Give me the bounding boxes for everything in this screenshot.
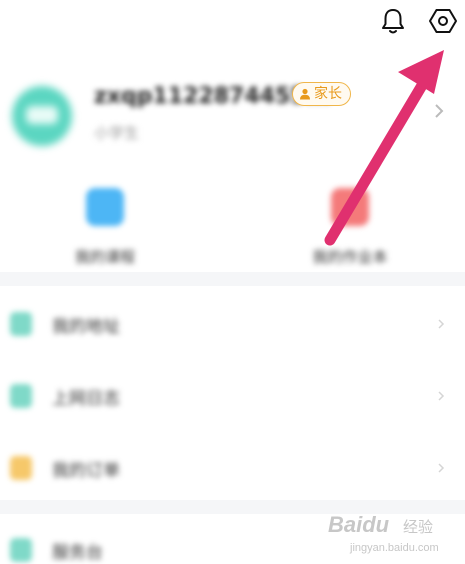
menu-item-orders[interactable]: 我的订单 (0, 434, 465, 504)
role-badge-label: 家长 (314, 85, 342, 102)
service-icon (10, 538, 32, 562)
profile-card[interactable]: zxqp1122874455... 小学生 家长 (0, 70, 465, 165)
order-icon (10, 456, 32, 480)
menu-item-label: 上网日志 (52, 389, 120, 409)
person-icon (300, 88, 310, 100)
chevron-right-icon (438, 463, 445, 473)
quick-action-label: 我的课程 (74, 248, 135, 266)
log-icon (10, 384, 32, 408)
bell-icon[interactable] (378, 6, 408, 36)
settings-hexagon-icon[interactable] (428, 6, 458, 36)
location-icon (10, 312, 32, 336)
course-icon (86, 188, 124, 226)
quick-action-homework[interactable]: 我的作业本 (290, 188, 410, 267)
top-bar (0, 0, 465, 48)
chevron-right-icon (435, 104, 444, 118)
quick-action-courses[interactable]: 我的课程 (45, 188, 165, 267)
quick-action-label: 我的作业本 (312, 248, 388, 266)
profile-subtext: 小学生 (94, 124, 140, 142)
menu-item-log[interactable]: 上网日志 (0, 362, 465, 432)
menu-item-label: 我的地址 (52, 317, 120, 337)
watermark-brand-cn: 经验 (403, 518, 434, 536)
watermark-url: jingyan.baidu.com (350, 542, 439, 554)
baidu-watermark: Baidu 经验 jingyan.baidu.com (328, 510, 458, 560)
section-divider (0, 272, 465, 286)
menu-item-label: 服务台 (52, 543, 103, 563)
menu-item-label: 我的订单 (52, 461, 120, 481)
chevron-right-icon (438, 391, 445, 401)
role-badge: 家长 (292, 82, 351, 106)
watermark-brand: Baidu (328, 512, 390, 537)
chevron-right-icon (438, 319, 445, 329)
avatar[interactable] (12, 86, 72, 146)
quick-actions: 我的课程 我的作业本 (0, 188, 465, 278)
menu-item-address[interactable]: 我的地址 (0, 290, 465, 360)
homework-icon (331, 188, 369, 226)
